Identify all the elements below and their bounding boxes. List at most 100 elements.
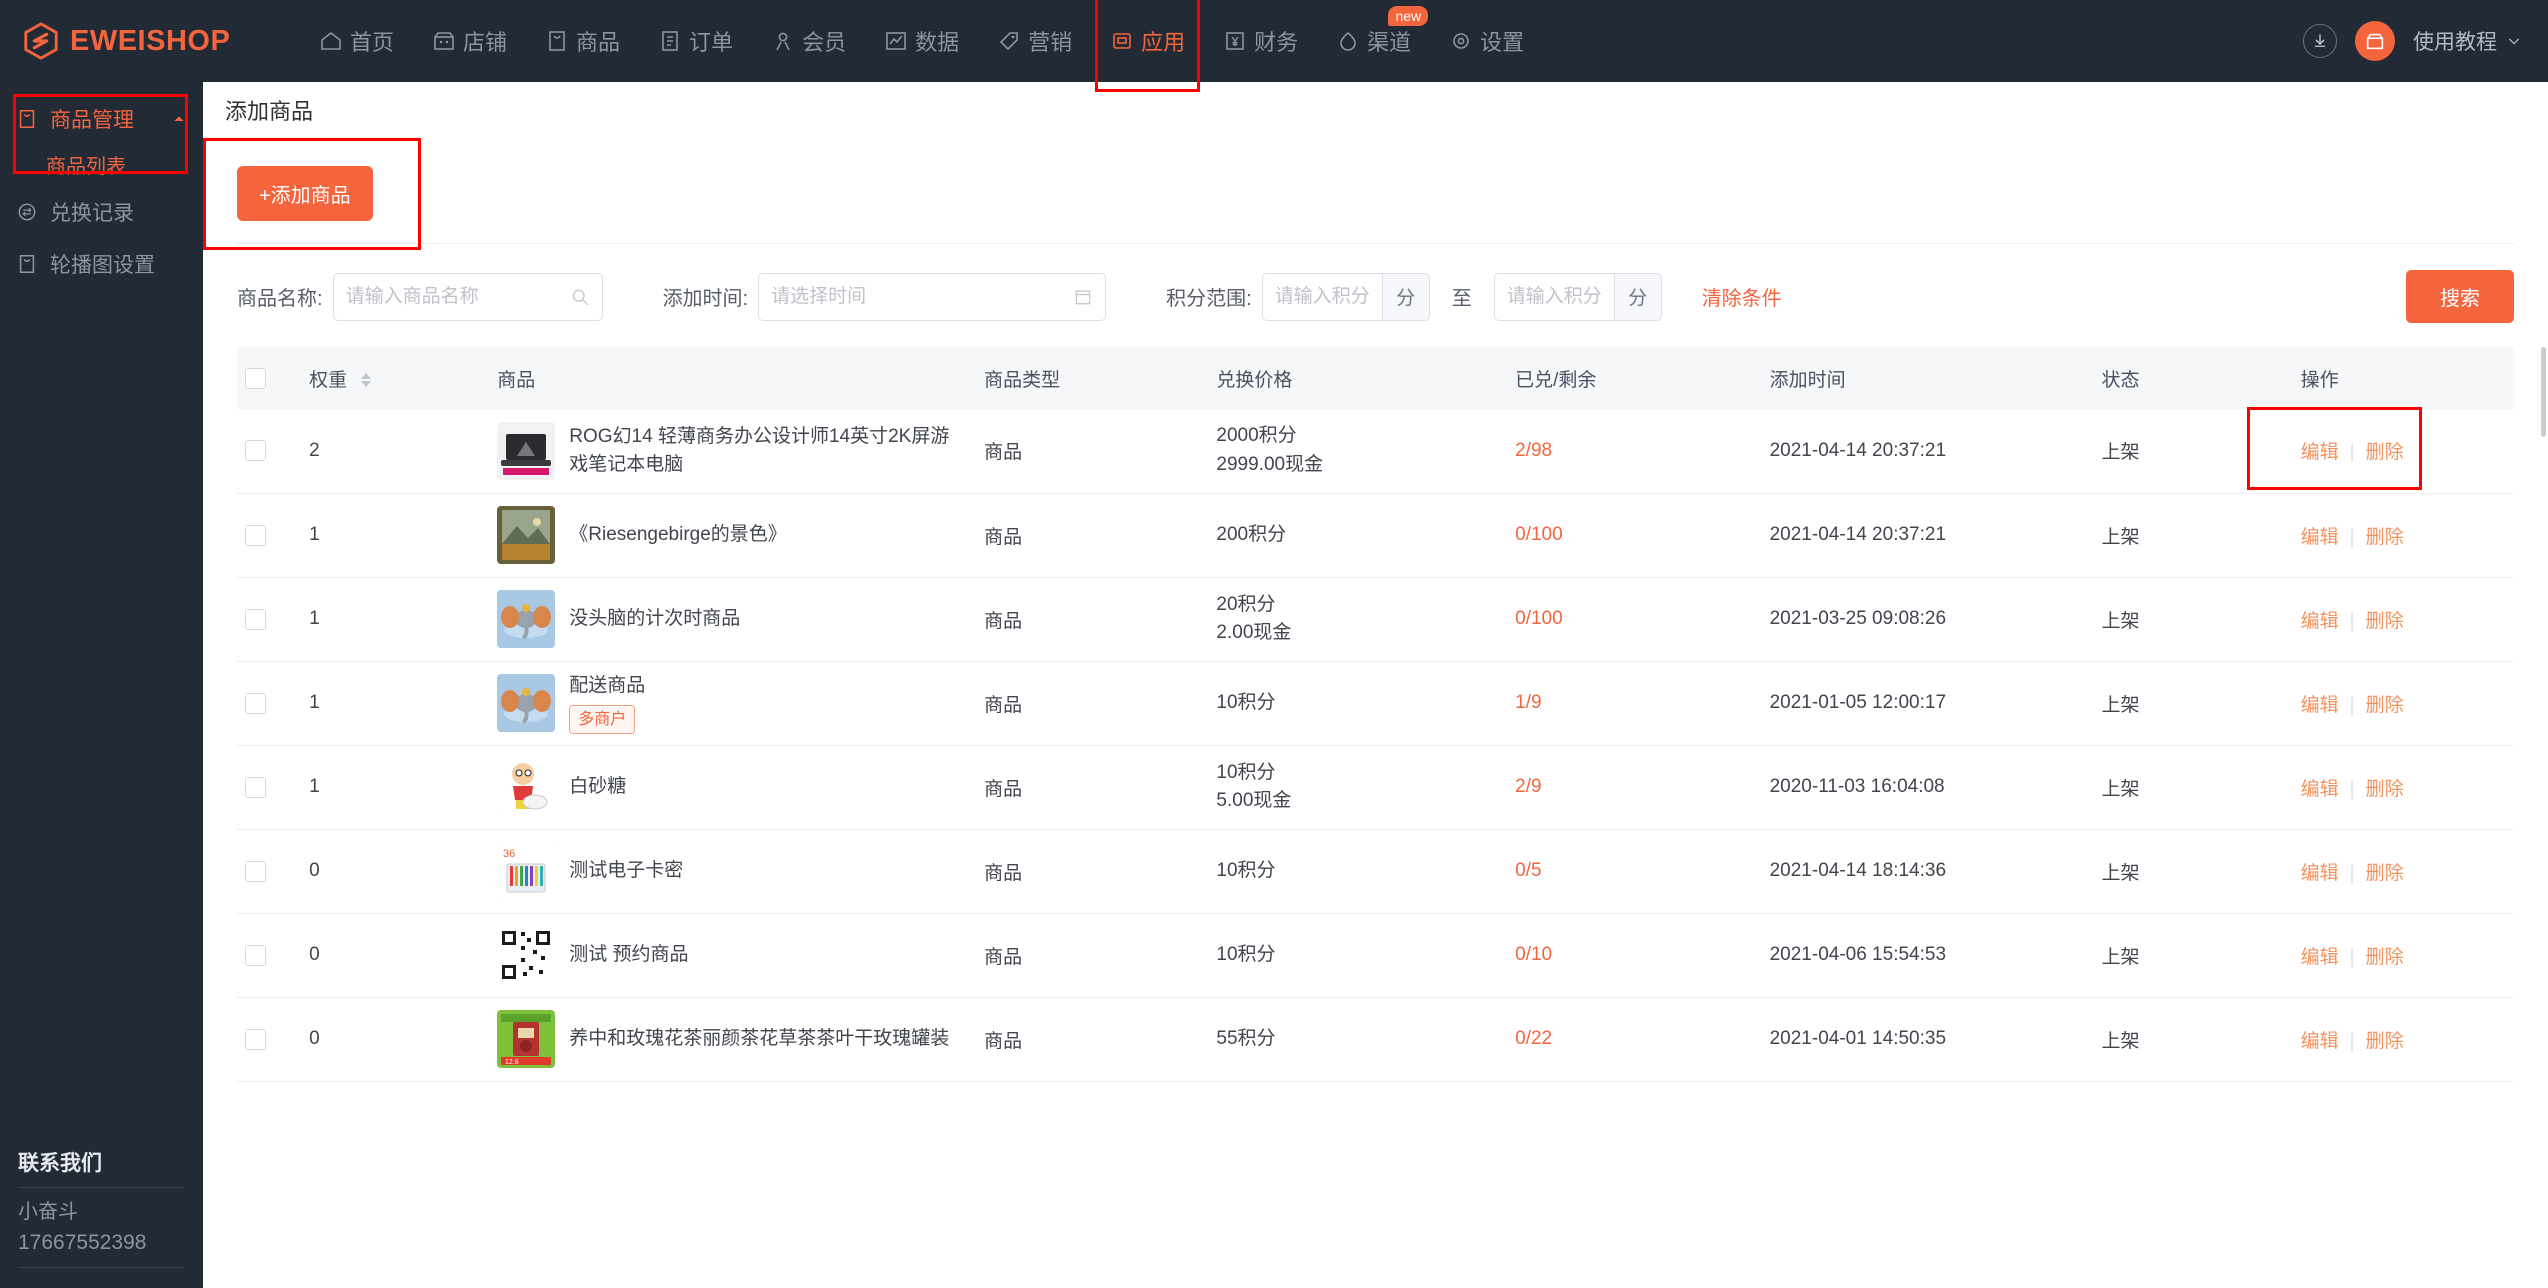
tutorial-menu[interactable]: 使用教程 [2413, 26, 2522, 56]
edit-link[interactable]: 编辑 [2301, 527, 2339, 548]
header-right-tools: 使用教程 [2303, 21, 2548, 61]
th-weight-label: 权重 [309, 369, 348, 391]
table-row: 1 没头脑的计次时商品 商品 20积分 2.00现金 0/100 2021-03-25 09… [237, 577, 2514, 662]
delete-link[interactable]: 删除 [2366, 442, 2404, 463]
channel-icon [1340, 31, 1356, 51]
contact-phone: 17667552398 [18, 1230, 147, 1254]
action-divider: | [2349, 862, 2355, 884]
nav-item-apps[interactable]: 应用 [1091, 0, 1204, 92]
price-cash: 2999.00现金 [1216, 453, 1324, 475]
home-icon [321, 31, 341, 50]
points-min-input[interactable] [1274, 285, 1370, 308]
delete-link[interactable]: 删除 [2366, 863, 2404, 884]
svg-text:12.8: 12.8 [505, 1059, 519, 1066]
add-time-input[interactable] [771, 285, 1074, 308]
sidebar-item-goods-management[interactable]: 商品管理 [0, 96, 203, 142]
contact-name: 小奋斗 [18, 1200, 78, 1223]
cell-goods: 没头脑的计次时商品 [489, 577, 977, 662]
price-points: 20积分 [1216, 593, 1276, 615]
goods-name-input-wrap[interactable] [332, 272, 603, 321]
cell-goods-type: 商品 [976, 745, 1209, 830]
nav-item-home[interactable]: 首页 [300, 0, 413, 82]
row-checkbox[interactable] [245, 608, 266, 630]
scrollbar-thumb[interactable] [2541, 347, 2546, 437]
th-add-time: 添加时间 [1761, 347, 2094, 409]
cell-add-time: 2021-04-14 18:14:36 [1761, 829, 2094, 914]
nav-item-data[interactable]: 数据 [865, 0, 978, 82]
row-checkbox[interactable] [245, 440, 266, 462]
sidebar-item-goods-list[interactable]: 商品列表 [0, 142, 203, 186]
nav-item-channel[interactable]: 渠道 new [1317, 0, 1430, 82]
add-time-input-wrap[interactable] [758, 272, 1107, 321]
nav-item-store[interactable]: 店铺 [413, 0, 526, 82]
nav-label: 订单 [689, 30, 734, 55]
add-goods-button[interactable]: +添加商品 [237, 166, 373, 221]
nav-label: 设置 [1480, 30, 1525, 55]
price-points: 55积分 [1216, 1027, 1276, 1049]
points-max-input-wrap[interactable] [1493, 272, 1614, 321]
nav-item-member[interactable]: 会员 [752, 0, 865, 82]
points-max-input[interactable] [1506, 285, 1602, 308]
stock-value: 2/9 [1515, 776, 1542, 797]
stock-value: 2/98 [1515, 439, 1553, 461]
delete-link[interactable]: 删除 [2366, 527, 2404, 548]
nav-item-goods[interactable]: 商品 [526, 0, 639, 82]
nav-item-order[interactable]: 订单 [639, 0, 752, 82]
cell-operations: 编辑 | 删除 [2292, 409, 2514, 494]
table-row: 2 ROG幻14 轻薄商务办公设计师14英寸2K屏游戏笔记本电脑 商品 2000积分 2… [237, 409, 2514, 494]
nav-item-marketing[interactable]: 营销 [978, 0, 1091, 82]
row-checkbox[interactable] [245, 776, 266, 798]
delete-link[interactable]: 删除 [2366, 779, 2404, 800]
edit-link[interactable]: 编辑 [2301, 611, 2339, 632]
row-checkbox[interactable] [245, 692, 266, 714]
th-weight[interactable]: 权重 [301, 347, 490, 409]
row-checkbox[interactable] [245, 944, 266, 966]
cell-goods-type: 商品 [976, 829, 1209, 914]
delete-link[interactable]: 删除 [2366, 611, 2404, 632]
select-all-checkbox[interactable] [245, 367, 266, 389]
goods-name: 没头脑的计次时商品 [569, 608, 741, 630]
avatar[interactable] [2355, 21, 2395, 61]
action-divider: | [2349, 610, 2355, 632]
edit-link[interactable]: 编辑 [2301, 442, 2339, 463]
delete-link[interactable]: 删除 [2366, 695, 2404, 716]
points-min-input-wrap[interactable] [1261, 272, 1382, 321]
delete-link[interactable]: 删除 [2366, 1031, 2404, 1052]
table-row: 1 《Riesengebirge的景色》 商品 200积分 0/100 2021-04-1… [237, 493, 2514, 578]
delete-link[interactable]: 删除 [2366, 947, 2404, 968]
nav-label: 数据 [915, 30, 960, 55]
chevron-up-icon [174, 116, 184, 121]
row-checkbox[interactable] [245, 524, 266, 546]
goods-name-input[interactable] [345, 285, 570, 308]
row-checkbox[interactable] [245, 1028, 266, 1050]
sidebar-item-banner-settings[interactable]: 轮播图设置 [0, 238, 203, 290]
edit-link[interactable]: 编辑 [2301, 779, 2339, 800]
cell-exchanged-remaining: 2/98 [1507, 409, 1762, 494]
brand-logo[interactable]: EWEISHOP [0, 22, 300, 60]
row-select-cell [237, 409, 302, 494]
search-button[interactable]: 搜索 [2406, 270, 2514, 323]
cell-weight: 1 [301, 745, 490, 830]
nav-label: 店铺 [463, 30, 508, 55]
clear-filters-link[interactable]: 清除条件 [1702, 282, 1782, 311]
sidebar-item-exchange-records[interactable]: 兑换记录 [0, 186, 203, 238]
cell-add-time: 2021-04-14 20:37:21 [1761, 409, 2094, 494]
cell-weight: 1 [301, 661, 490, 746]
tutorial-label: 使用教程 [2413, 31, 2497, 54]
edit-link[interactable]: 编辑 [2301, 1031, 2339, 1052]
cell-goods-type: 商品 [976, 493, 1209, 578]
nav-label: 应用 [1141, 30, 1186, 55]
row-checkbox[interactable] [245, 860, 266, 882]
sidebar-item-label: 轮播图设置 [50, 254, 155, 277]
edit-link[interactable]: 编辑 [2301, 947, 2339, 968]
nav-item-finance[interactable]: 财务 [1204, 0, 1317, 82]
sidebar-group-label: 商品管理 [50, 109, 134, 132]
edit-link[interactable]: 编辑 [2301, 863, 2339, 884]
goods-thumbnail [497, 758, 556, 816]
edit-link[interactable]: 编辑 [2301, 695, 2339, 716]
download-button[interactable] [2303, 24, 2337, 58]
painting-thumbnail [497, 506, 556, 564]
nav-item-settings[interactable]: 设置 [1430, 0, 1543, 82]
nav-label: 商品 [576, 30, 621, 55]
sort-toggle-weight[interactable] [361, 373, 372, 388]
